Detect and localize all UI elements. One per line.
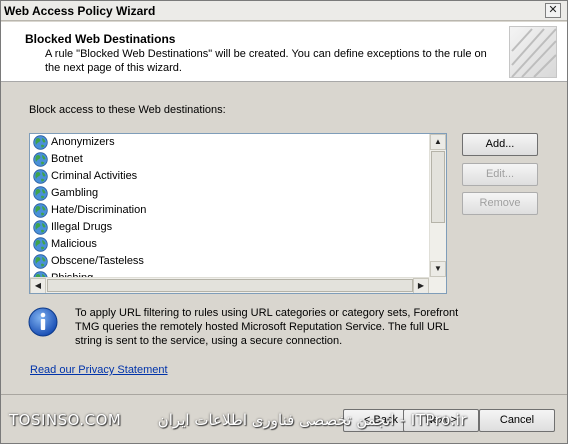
list-item-label: Illegal Drugs: [51, 221, 113, 233]
list-item[interactable]: Obscene/Tasteless: [30, 253, 430, 270]
cancel-button[interactable]: Cancel: [479, 409, 555, 432]
globe-icon: [33, 186, 48, 201]
list-item[interactable]: Malicious: [30, 236, 430, 253]
list-item-label: Obscene/Tasteless: [51, 255, 144, 267]
globe-icon: [33, 169, 48, 184]
title-bar[interactable]: Web Access Policy Wizard ✕: [1, 1, 567, 21]
list-item[interactable]: Hate/Discrimination: [30, 202, 430, 219]
watermark: TOSINSO.COM ITPro.ir - انجمن تخصصی فناور…: [9, 411, 469, 433]
list-item[interactable]: Gambling: [30, 185, 430, 202]
footer-divider: [1, 394, 567, 395]
globe-icon: [33, 254, 48, 269]
edit-button[interactable]: Edit...: [462, 163, 538, 186]
globe-icon: [33, 203, 48, 218]
watermark-left: TOSINSO.COM: [9, 411, 122, 429]
globe-icon: [33, 152, 48, 167]
globe-icon: [33, 237, 48, 252]
list-item-label: Hate/Discrimination: [51, 204, 147, 216]
add-button[interactable]: Add...: [462, 133, 538, 156]
destinations-label: Block access to these Web destinations:: [29, 104, 226, 116]
info-icon: [28, 307, 58, 337]
wizard-header: Blocked Web Destinations A rule "Blocked…: [1, 22, 567, 82]
scroll-left-icon[interactable]: ◀: [30, 278, 46, 293]
scroll-up-icon[interactable]: ▲: [430, 134, 446, 150]
list-item[interactable]: Anonymizers: [30, 134, 430, 151]
page-description: A rule "Blocked Web Destinations" will b…: [45, 48, 487, 74]
page-title: Blocked Web Destinations: [25, 32, 176, 46]
globe-icon: [33, 135, 48, 150]
scroll-thumb[interactable]: [431, 151, 445, 223]
window-title: Web Access Policy Wizard: [4, 4, 156, 18]
destinations-list: Anonymizers Botnet Criminal Activities Gamb…: [30, 134, 430, 278]
wizard-graphic-icon: [509, 26, 557, 78]
list-item-label: Botnet: [51, 153, 83, 165]
vertical-scrollbar[interactable]: ▲ ▼: [429, 134, 446, 278]
destinations-listbox[interactable]: Anonymizers Botnet Criminal Activities Gamb…: [29, 133, 447, 294]
list-item-label: Gambling: [51, 187, 99, 199]
privacy-statement-link[interactable]: Read our Privacy Statement: [30, 364, 168, 376]
list-item[interactable]: Criminal Activities: [30, 168, 430, 185]
list-item-label: Malicious: [51, 238, 97, 250]
scroll-corner: [429, 277, 446, 293]
horizontal-scrollbar[interactable]: ◀ ▶: [30, 277, 430, 293]
horizontal-scroll-thumb[interactable]: [47, 279, 413, 292]
remove-button[interactable]: Remove: [462, 192, 538, 215]
globe-icon: [33, 220, 48, 235]
close-icon: ✕: [548, 4, 558, 16]
list-item-label: Criminal Activities: [51, 170, 138, 182]
watermark-right: ITPro.ir - انجمن تخصصی فناوری اطلاعات ای…: [157, 411, 467, 429]
list-item[interactable]: Illegal Drugs: [30, 219, 430, 236]
info-text: To apply URL filtering to rules using UR…: [75, 307, 459, 347]
list-item-label: Anonymizers: [51, 136, 115, 148]
scroll-down-icon[interactable]: ▼: [430, 261, 446, 277]
close-button[interactable]: ✕: [545, 3, 561, 18]
list-item[interactable]: Botnet: [30, 151, 430, 168]
wizard-window: Web Access Policy Wizard ✕ Blocked Web D…: [0, 0, 568, 444]
scroll-right-icon[interactable]: ▶: [413, 278, 429, 293]
